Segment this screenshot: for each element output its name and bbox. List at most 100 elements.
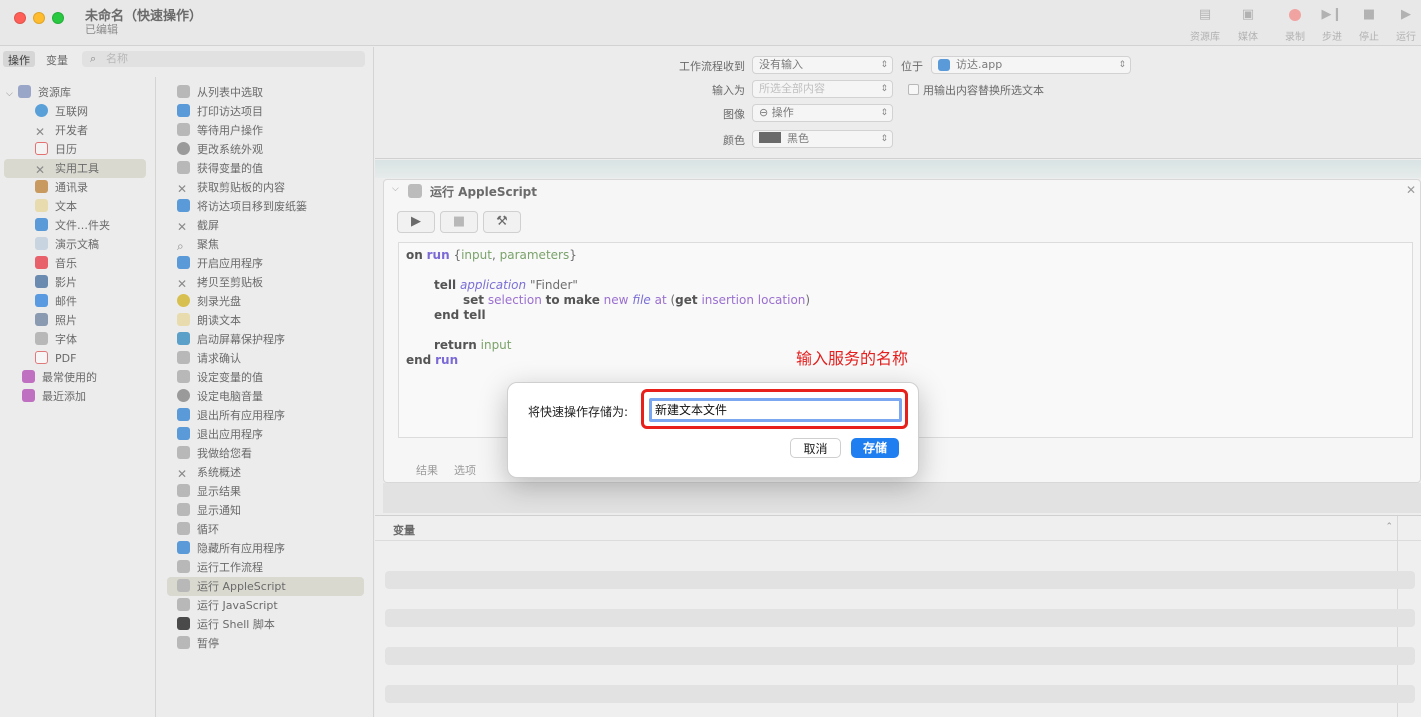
tab-options[interactable]: 选项 (454, 464, 476, 477)
replace-checkbox[interactable] (908, 84, 919, 95)
action-item[interactable]: ✕ 系统概述 (167, 463, 364, 482)
library-icon: ▤ (1198, 7, 1212, 22)
action-item[interactable]: 更改系统外观 (167, 140, 364, 159)
library-item-contacts[interactable]: 通讯录 (4, 178, 146, 197)
chevron-down-icon[interactable]: ⌵ (392, 184, 399, 194)
script-icon (408, 184, 422, 198)
action-item[interactable]: 显示通知 (167, 501, 364, 520)
close-window-button[interactable] (14, 12, 26, 24)
movie-icon (35, 275, 48, 288)
toolbar-library-button[interactable]: ▤ 资源库 (1185, 6, 1225, 43)
color-popup[interactable]: 黑色 ⇕ (752, 130, 893, 148)
toolbar-record-button[interactable]: 录制 (1275, 6, 1315, 43)
hammer-icon: ⚒ (496, 214, 508, 229)
library-item-recently-added[interactable]: 最近添加 (4, 387, 146, 406)
action-item[interactable]: 朗读文本 (167, 311, 364, 330)
list-row (385, 685, 1415, 703)
replace-label: 用输出内容替换所选文本 (923, 84, 1044, 97)
library-item-mail[interactable]: 邮件 (4, 292, 146, 311)
finder-icon (177, 541, 190, 554)
terminal-icon (177, 617, 190, 630)
library-item-most-used[interactable]: 最常使用的 (4, 368, 146, 387)
title-bar: 未命名（快速操作） 已编辑 ▤ 资源库 ▣ 媒体 录制 ▶❙ 步进 ■ 停止 ▶… (0, 0, 1421, 46)
receives-label: 工作流程收到 (679, 60, 745, 73)
code-line: tell application "Finder" (434, 278, 578, 292)
action-item[interactable]: 请求确认 (167, 349, 364, 368)
action-item-selected[interactable]: 运行 AppleScript (167, 577, 364, 596)
in-label: 位于 (901, 60, 923, 73)
library-item-root[interactable]: ⌵ 资源库 (6, 83, 151, 102)
action-item[interactable]: 从列表中选取 (167, 83, 364, 102)
library-item-text[interactable]: 文本 (4, 197, 146, 216)
toolbar-run-button[interactable]: ▶ 运行 (1386, 6, 1421, 43)
action-item[interactable]: 打印访达项目 (167, 102, 364, 121)
action-item[interactable]: 显示结果 (167, 482, 364, 501)
action-item[interactable]: ✕ 获取剪贴板的内容 (167, 178, 364, 197)
automator-icon (177, 161, 190, 174)
compile-script-button[interactable]: ⚒ (483, 211, 521, 233)
tools-icon: ✕ (177, 467, 188, 481)
tab-variables[interactable]: 变量 (41, 51, 73, 67)
library-item-photos[interactable]: 照片 (4, 311, 146, 330)
automator-icon (177, 351, 190, 364)
library-item-movies[interactable]: 影片 (4, 273, 146, 292)
action-item[interactable]: 循环 (167, 520, 364, 539)
library-item-pdf[interactable]: PDF (4, 349, 146, 368)
toolbar-step-button[interactable]: ▶❙ 步进 (1312, 6, 1352, 43)
color-swatch (759, 132, 781, 143)
finder-icon (177, 427, 190, 440)
action-item[interactable]: 等待用户操作 (167, 121, 364, 140)
automator-icon (177, 503, 190, 516)
library-item-internet[interactable]: 互联网 (4, 102, 146, 121)
action-item[interactable]: 运行 Shell 脚本 (167, 615, 364, 634)
action-item[interactable]: 设定变量的值 (167, 368, 364, 387)
automator-icon (177, 123, 190, 136)
action-item[interactable]: 运行工作流程 (167, 558, 364, 577)
smart-folder-icon (22, 370, 35, 383)
tab-results[interactable]: 结果 (416, 464, 438, 477)
save-button[interactable]: 存储 (851, 438, 899, 458)
application-popup[interactable]: 访达.app ⇕ (931, 56, 1131, 74)
minimize-window-button[interactable] (33, 12, 45, 24)
tools-icon: ✕ (177, 182, 188, 196)
tab-actions[interactable]: 操作 (3, 51, 35, 67)
stop-script-button[interactable]: ■ (440, 211, 478, 233)
action-item[interactable]: 我做给您看 (167, 444, 364, 463)
action-item[interactable]: 获得变量的值 (167, 159, 364, 178)
action-item[interactable]: 将访达项目移到废纸篓 (167, 197, 364, 216)
action-item[interactable]: 退出应用程序 (167, 425, 364, 444)
action-item[interactable]: ✕ 拷贝至剪贴板 (167, 273, 364, 292)
action-item[interactable]: 运行 JavaScript (167, 596, 364, 615)
action-item[interactable]: 设定电脑音量 (167, 387, 364, 406)
color-label: 颜色 (723, 134, 745, 147)
action-item[interactable]: ⌕ 聚焦 (167, 235, 364, 254)
run-script-button[interactable]: ▶ (397, 211, 435, 233)
input-is-popup[interactable]: 所选全部内容 ⇕ (752, 80, 893, 98)
library-item-files-folders[interactable]: 文件…件夹 (4, 216, 146, 235)
library-item-utilities[interactable]: ✕ 实用工具 (4, 159, 146, 178)
name-input[interactable]: 新建文本文件 (649, 398, 902, 422)
action-item[interactable]: 暂停 (167, 634, 364, 653)
action-item[interactable]: 启动屏幕保护程序 (167, 330, 364, 349)
toolbar-media-button[interactable]: ▣ 媒体 (1228, 6, 1268, 43)
chevron-up-icon[interactable]: ⌃ (1385, 522, 1393, 532)
action-item[interactable]: 刻录光盘 (167, 292, 364, 311)
library-item-calendar[interactable]: 日历 (4, 140, 146, 159)
library-item-presentations[interactable]: 演示文稿 (4, 235, 146, 254)
image-popup[interactable]: ⊖ 操作 ⇕ (752, 104, 893, 122)
action-item[interactable]: 隐藏所有应用程序 (167, 539, 364, 558)
screensaver-icon (177, 332, 190, 345)
close-icon[interactable]: ✕ (1406, 183, 1416, 197)
library-item-fonts[interactable]: 字体 (4, 330, 146, 349)
cancel-button[interactable]: 取消 (790, 438, 841, 458)
zoom-window-button[interactable] (52, 12, 64, 24)
finder-icon (35, 218, 48, 231)
library-item-music[interactable]: 音乐 (4, 254, 146, 273)
action-item[interactable]: ✕ 截屏 (167, 216, 364, 235)
search-input[interactable]: ⌕ 名称 (82, 51, 365, 67)
action-item[interactable]: 开启应用程序 (167, 254, 364, 273)
action-item[interactable]: 退出所有应用程序 (167, 406, 364, 425)
toolbar-stop-button[interactable]: ■ 停止 (1349, 6, 1389, 43)
finder-icon (177, 199, 190, 212)
library-item-developer[interactable]: ✕ 开发者 (4, 121, 146, 140)
